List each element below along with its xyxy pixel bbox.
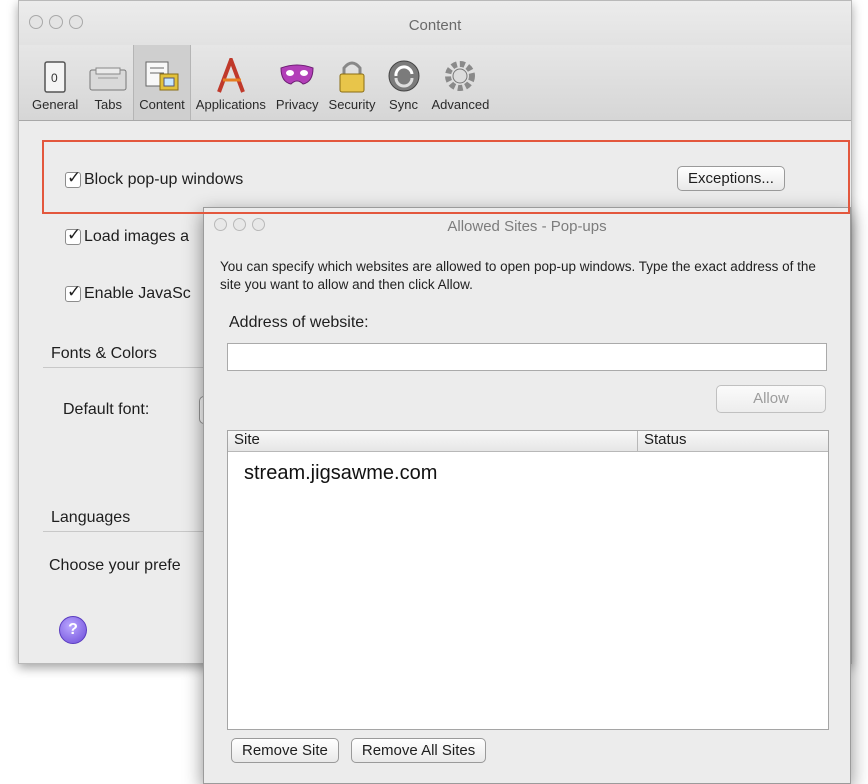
toolbar-tabs[interactable]: Tabs bbox=[83, 45, 133, 120]
table-row[interactable]: stream.jigsawme.com bbox=[228, 452, 828, 485]
toolbar-label: General bbox=[32, 97, 79, 112]
dialog-buttons: Remove Site Remove All Sites bbox=[231, 738, 487, 763]
enable-javascript-row: Enable JavaSc bbox=[65, 282, 191, 303]
content-icon bbox=[145, 61, 179, 91]
load-images-checkbox[interactable] bbox=[65, 225, 81, 245]
gear-icon bbox=[445, 61, 476, 91]
toolbar-label: Sync bbox=[389, 97, 418, 112]
toolbar-sync[interactable]: Sync bbox=[381, 45, 427, 120]
sync-icon bbox=[388, 60, 419, 92]
toolbar-label: Content bbox=[139, 97, 185, 112]
allow-button[interactable]: Allow bbox=[716, 385, 826, 413]
toolbar-advanced[interactable]: Advanced bbox=[427, 45, 495, 120]
applications-icon bbox=[216, 58, 245, 93]
toolbar-general[interactable]: 0 General bbox=[27, 45, 83, 120]
toolbar-label: Security bbox=[328, 97, 376, 112]
remove-all-sites-button[interactable]: Remove All Sites bbox=[350, 738, 487, 763]
load-images-row: Load images a bbox=[65, 225, 189, 246]
address-input[interactable] bbox=[227, 343, 827, 371]
tabs-icon bbox=[89, 67, 127, 91]
toolbar-security[interactable]: Security bbox=[324, 45, 381, 120]
enable-javascript-label: Enable JavaSc bbox=[84, 285, 191, 302]
svg-text:0: 0 bbox=[51, 71, 58, 85]
allowed-sites-dialog: Allowed Sites - Pop-ups You can specify … bbox=[203, 207, 851, 784]
allowed-sites-table: Site Status stream.jigsawme.com bbox=[227, 430, 829, 730]
toolbar-label: Advanced bbox=[431, 97, 490, 112]
load-images-label: Load images a bbox=[84, 228, 189, 245]
toolbar-label: Privacy bbox=[275, 97, 319, 112]
padlock-icon bbox=[339, 61, 365, 93]
help-button[interactable]: ? bbox=[59, 616, 87, 644]
default-font-label: Default font: bbox=[63, 401, 150, 418]
toolbar-content[interactable]: Content bbox=[133, 45, 191, 120]
fonts-colors-heading: Fonts & Colors bbox=[51, 345, 157, 362]
column-header-site[interactable]: Site bbox=[228, 431, 638, 451]
general-icon: 0 bbox=[44, 61, 66, 93]
enable-javascript-checkbox[interactable] bbox=[65, 282, 81, 302]
title-bar: Content bbox=[19, 1, 851, 45]
toolbar-label: Applications bbox=[195, 97, 266, 112]
preferences-toolbar: 0 General Tabs Content Applications Priv… bbox=[19, 45, 851, 121]
privacy-mask-icon bbox=[280, 64, 314, 85]
table-header: Site Status bbox=[228, 431, 828, 452]
site-cell: stream.jigsawme.com bbox=[244, 462, 438, 484]
toolbar-label: Tabs bbox=[94, 97, 122, 112]
highlight-box bbox=[42, 140, 850, 214]
remove-site-button[interactable]: Remove Site bbox=[231, 738, 339, 763]
toolbar-applications[interactable]: Applications bbox=[191, 45, 271, 120]
dialog-title: Allowed Sites - Pop-ups bbox=[447, 218, 607, 235]
languages-heading: Languages bbox=[51, 509, 131, 526]
address-label: Address of website: bbox=[229, 314, 369, 331]
toolbar-privacy[interactable]: Privacy bbox=[271, 45, 324, 120]
column-header-status[interactable]: Status bbox=[638, 431, 687, 451]
window-title: Content bbox=[408, 17, 462, 34]
dialog-description: You can specify which websites are allow… bbox=[220, 259, 816, 292]
languages-description: Choose your prefe bbox=[49, 557, 181, 574]
